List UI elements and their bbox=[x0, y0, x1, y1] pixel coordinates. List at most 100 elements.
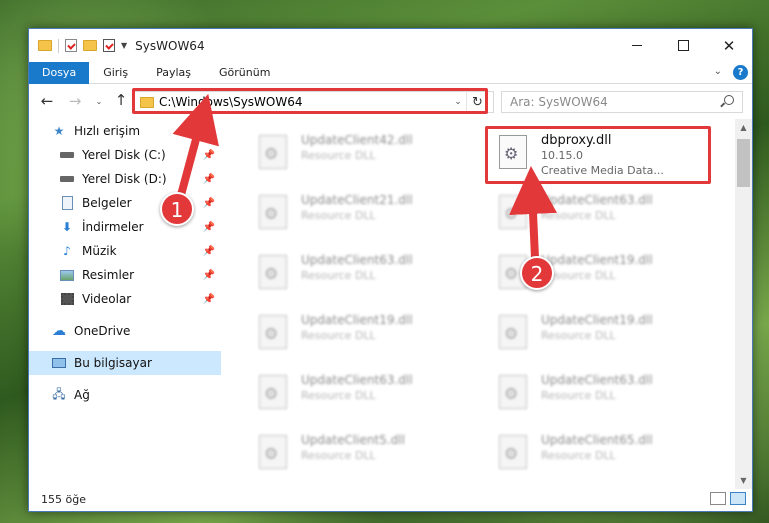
file-type: Resource DLL bbox=[301, 269, 376, 282]
tab-file[interactable]: Dosya bbox=[29, 61, 90, 84]
file-name: UpdateClient63.dll bbox=[541, 193, 653, 207]
music-icon: ♪ bbox=[63, 244, 71, 258]
list-item[interactable]: UpdateClient63.dll Resource DLL bbox=[249, 249, 479, 299]
list-item[interactable]: UpdateClient5.dll Resource DLL bbox=[249, 429, 479, 479]
file-name: UpdateClient19.dll bbox=[301, 313, 413, 327]
title-bar: ▼ SysWOW64 ✕ bbox=[29, 29, 752, 62]
file-name: UpdateClient63.dll bbox=[541, 373, 653, 387]
list-item[interactable]: UpdateClient63.dll Resource DLL bbox=[489, 369, 719, 419]
sidebar-item-quick-access[interactable]: ★ Hızlı erişim bbox=[29, 119, 221, 143]
sidebar-item-label: Hızlı erişim bbox=[74, 124, 141, 138]
sidebar-item-onedrive[interactable]: ☁ OneDrive bbox=[29, 319, 221, 343]
sidebar-item-label: Ağ bbox=[74, 388, 90, 402]
dll-file-icon bbox=[499, 195, 527, 229]
scroll-thumb[interactable] bbox=[737, 139, 750, 187]
back-icon[interactable]: ← bbox=[39, 92, 55, 110]
file-name: UpdateClient63.dll bbox=[301, 373, 413, 387]
search-icon[interactable] bbox=[724, 95, 734, 105]
search-input[interactable]: Ara: SysWOW64 bbox=[501, 91, 743, 113]
dll-file-icon bbox=[499, 375, 527, 409]
maximize-button[interactable] bbox=[660, 29, 706, 62]
rename-icon[interactable] bbox=[103, 39, 115, 52]
file-type: Resource DLL bbox=[301, 209, 376, 222]
dll-file-icon bbox=[259, 255, 287, 289]
sidebar-item-music[interactable]: ♪ Müzik 📌 bbox=[29, 239, 221, 263]
step-badge-2: 2 bbox=[520, 256, 554, 290]
forward-icon[interactable]: → bbox=[67, 92, 83, 110]
pin-icon[interactable]: 📌 bbox=[203, 150, 215, 161]
tab-home[interactable]: Giriş bbox=[89, 62, 142, 84]
pin-icon[interactable]: 📌 bbox=[203, 246, 215, 257]
sidebar-item-videos[interactable]: Videolar 📌 bbox=[29, 287, 221, 311]
sidebar-item-label: Resimler bbox=[82, 268, 135, 282]
pin-icon[interactable]: 📌 bbox=[203, 174, 215, 185]
dll-file-icon bbox=[499, 435, 527, 469]
file-type: Resource DLL bbox=[541, 389, 616, 402]
sidebar-item-local-disk-d[interactable]: Yerel Disk (D:) 📌 bbox=[29, 167, 221, 191]
quick-access-toolbar: ▼ bbox=[29, 38, 127, 53]
computer-icon bbox=[51, 356, 67, 370]
sidebar-item-label: Belgeler bbox=[82, 196, 132, 210]
file-name: UpdateClient65.dll bbox=[541, 433, 653, 447]
pin-icon[interactable]: 📌 bbox=[203, 270, 215, 281]
pin-icon[interactable]: 📌 bbox=[203, 198, 215, 209]
list-item[interactable]: UpdateClient19.dll Resource DLL bbox=[249, 309, 479, 359]
file-type: Resource DLL bbox=[301, 329, 376, 342]
list-item[interactable]: UpdateClient19.dll Resource DLL bbox=[489, 309, 719, 359]
help-icon[interactable]: ? bbox=[733, 65, 748, 80]
tab-share[interactable]: Paylaş bbox=[142, 62, 205, 84]
download-icon: ⬇ bbox=[61, 220, 73, 234]
scroll-up-icon[interactable]: ▲ bbox=[735, 119, 752, 136]
file-name: UpdateClient5.dll bbox=[301, 433, 405, 447]
pin-icon[interactable]: 📌 bbox=[203, 294, 215, 305]
properties-icon[interactable] bbox=[65, 39, 77, 52]
sidebar-item-pictures[interactable]: Resimler 📌 bbox=[29, 263, 221, 287]
videos-icon bbox=[59, 292, 75, 306]
sidebar-item-label: Videolar bbox=[82, 292, 132, 306]
vertical-scrollbar[interactable]: ▲ ▼ bbox=[735, 119, 752, 489]
dll-file-icon bbox=[259, 435, 287, 469]
sidebar-item-network[interactable]: 🖧 Ağ bbox=[29, 383, 221, 407]
dll-file-icon bbox=[259, 375, 287, 409]
chevron-down-icon[interactable]: ▼ bbox=[121, 41, 127, 50]
sidebar-item-local-disk-c[interactable]: Yerel Disk (C:) 📌 bbox=[29, 143, 221, 167]
new-folder-icon[interactable] bbox=[83, 40, 97, 51]
ribbon-expand-icon[interactable]: ⌄ bbox=[714, 66, 722, 77]
file-type: Resource DLL bbox=[301, 449, 376, 462]
folder-icon[interactable] bbox=[38, 40, 52, 51]
sidebar-item-label: İndirmeler bbox=[82, 220, 144, 234]
search-placeholder: Ara: SysWOW64 bbox=[510, 95, 608, 109]
sidebar-item-downloads[interactable]: ⬇ İndirmeler 📌 bbox=[29, 215, 221, 239]
view-toggle bbox=[710, 492, 746, 505]
list-item[interactable]: UpdateClient65.dll Resource DLL bbox=[489, 429, 719, 479]
list-item[interactable]: UpdateClient42.dll Resource DLL bbox=[249, 129, 479, 179]
minimize-button[interactable] bbox=[614, 29, 660, 62]
documents-icon bbox=[59, 196, 75, 210]
up-icon[interactable]: ↑ bbox=[113, 91, 129, 109]
navigation-pane: ★ Hızlı erişim Yerel Disk (C:) 📌 Yerel D… bbox=[29, 119, 221, 489]
drive-icon bbox=[59, 172, 75, 186]
sidebar-item-this-pc[interactable]: Bu bilgisayar bbox=[29, 351, 221, 375]
file-name: UpdateClient63.dll bbox=[301, 253, 413, 267]
list-item[interactable]: UpdateClient63.dll Resource DLL bbox=[249, 369, 479, 419]
ribbon-tabs: Dosya Giriş Paylaş Görünüm ⌄ ? bbox=[29, 61, 752, 84]
pictures-icon bbox=[59, 268, 75, 282]
file-type: Resource DLL bbox=[301, 149, 376, 162]
list-item[interactable]: UpdateClient63.dll Resource DLL bbox=[489, 189, 719, 239]
cloud-icon: ☁ bbox=[52, 323, 66, 339]
file-name: UpdateClient42.dll bbox=[301, 133, 413, 147]
drive-icon bbox=[59, 148, 75, 162]
list-item[interactable]: UpdateClient21.dll Resource DLL bbox=[249, 189, 479, 239]
details-view-icon[interactable] bbox=[710, 492, 726, 505]
tab-view[interactable]: Görünüm bbox=[205, 62, 284, 84]
network-icon: 🖧 bbox=[52, 386, 66, 401]
sidebar-item-label: Bu bilgisayar bbox=[74, 356, 152, 370]
pin-icon[interactable]: 📌 bbox=[203, 222, 215, 233]
recent-locations-icon[interactable]: ⌄ bbox=[91, 93, 107, 109]
file-name: UpdateClient21.dll bbox=[301, 193, 413, 207]
address-highlight-box bbox=[132, 88, 488, 114]
tiles-view-icon[interactable] bbox=[730, 492, 746, 505]
star-icon: ★ bbox=[53, 124, 65, 138]
close-button[interactable]: ✕ bbox=[706, 29, 752, 62]
window-title: SysWOW64 bbox=[135, 38, 205, 53]
